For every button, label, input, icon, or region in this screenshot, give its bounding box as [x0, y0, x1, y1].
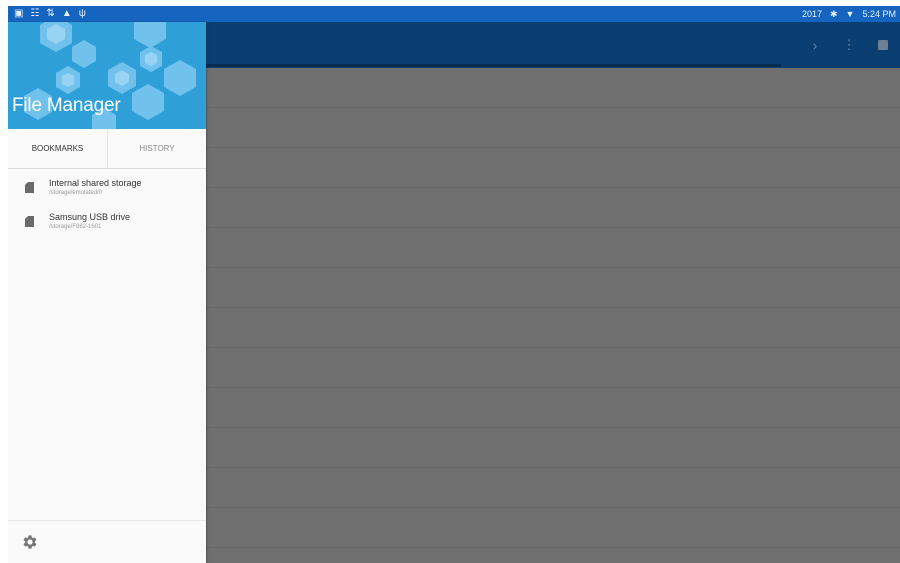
image-icon: ▣ [14, 8, 24, 19]
list-item [206, 308, 900, 348]
gear-icon[interactable] [21, 533, 39, 551]
square-icon[interactable] [866, 22, 900, 68]
sd-card-icon [25, 216, 34, 227]
list-item [206, 188, 900, 228]
drawer-header: File Manager [8, 22, 206, 129]
tab-history[interactable]: HISTORY [108, 129, 206, 168]
usb-icon: ψ [78, 8, 86, 19]
status-bar: ▣ ☷ ⇅ ▲ ψ 2017 ✱ ▼ 5:24 PM [8, 6, 900, 22]
bookmark-path: /storage/F882-1601 [49, 224, 102, 230]
sd-card-icon [25, 182, 34, 193]
list-item [206, 468, 900, 508]
bookmark-usb-drive[interactable]: Samsung USB drive /storage/F882-1601 [8, 209, 206, 239]
list-item [206, 388, 900, 428]
file-list [206, 68, 900, 563]
system-icons: 2017 ✱ ▼ 5:24 PM [802, 6, 896, 22]
transfer-icon: ⇅ [46, 8, 55, 19]
drawer-tabs: BOOKMARKS HISTORY [8, 129, 206, 169]
notification-icons: ▣ ☷ ⇅ ▲ ψ [14, 7, 86, 21]
status-year: 2017 [801, 9, 822, 19]
navigation-drawer: File Manager BOOKMARKS HISTORY Internal … [8, 22, 206, 563]
list-item [206, 228, 900, 268]
status-time: 5:24 PM [862, 9, 896, 19]
drawer-divider [8, 520, 206, 521]
list-item [206, 268, 900, 308]
chevron-right-icon[interactable]: › [798, 22, 832, 68]
sim-icon: ☷ [30, 8, 40, 19]
warning-icon: ▲ [61, 8, 72, 19]
more-vert-icon[interactable]: ⋮ [832, 22, 866, 68]
tab-bookmarks[interactable]: BOOKMARKS [8, 129, 108, 168]
device-screen: ▣ ☷ ⇅ ▲ ψ 2017 ✱ ▼ 5:24 PM › ⋮ File Mana… [8, 6, 900, 563]
list-item [206, 348, 900, 388]
list-item [206, 508, 900, 548]
bookmark-internal-storage[interactable]: Internal shared storage /storage/emulate… [8, 175, 206, 205]
list-item [206, 148, 900, 188]
drawer-title: File Manager [12, 95, 121, 116]
list-item [206, 428, 900, 468]
wifi-icon: ▼ [845, 9, 855, 19]
bookmark-name: Internal shared storage [49, 178, 142, 188]
bookmark-path: /storage/emulated/0 [49, 190, 103, 196]
list-item [206, 68, 900, 108]
tab-indicator [206, 64, 781, 67]
app-bar-actions: › ⋮ [798, 22, 900, 68]
bluetooth-icon: ✱ [830, 8, 838, 19]
bookmark-name: Samsung USB drive [49, 212, 131, 222]
list-item [206, 108, 900, 148]
